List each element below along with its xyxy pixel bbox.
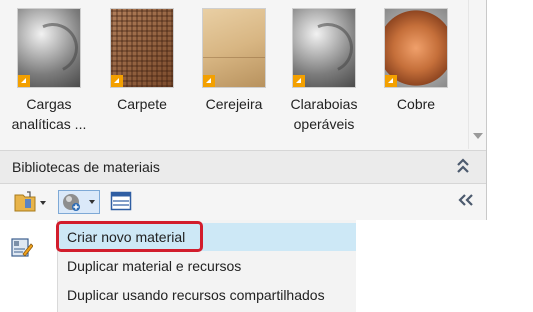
editable-badge-icon — [18, 75, 30, 87]
material-label: Claraboias operáveis — [290, 96, 358, 132]
library-manage-button[interactable] — [14, 190, 48, 214]
create-material-button[interactable] — [58, 190, 100, 214]
list-view-icon — [110, 191, 132, 211]
vertical-scrollbar[interactable] — [468, 0, 486, 149]
material-label: Cargas analíticas ... — [11, 96, 87, 132]
material-globe-add-icon — [63, 194, 95, 211]
editable-badge-icon — [293, 75, 305, 87]
material-tile[interactable]: Carpete — [110, 8, 174, 114]
libraries-title: Bibliotecas de materiais — [12, 159, 160, 175]
material-label: Carpete — [117, 96, 167, 112]
double-chevron-up-icon[interactable] — [456, 157, 470, 175]
material-swatch — [202, 8, 266, 88]
double-chevron-left-icon[interactable] — [456, 193, 474, 212]
material-tile[interactable]: Cerejeira — [202, 8, 266, 114]
material-label: Cerejeira — [205, 96, 263, 112]
material-browser-panel: Cargas analíticas ... Carpete Cerejeira — [0, 0, 487, 220]
menu-item-duplicate-shared-assets[interactable]: Duplicar usando recursos compartilhados — [58, 281, 356, 309]
material-tile[interactable]: Cargas analíticas ... — [12, 8, 86, 134]
material-swatch — [17, 8, 81, 88]
library-view-button[interactable] — [110, 190, 132, 214]
libraries-header[interactable]: Bibliotecas de materiais — [0, 150, 486, 184]
material-thumbnails-area: Cargas analíticas ... Carpete Cerejeira — [0, 0, 486, 149]
editable-badge-icon — [111, 75, 123, 87]
material-tile[interactable]: Claraboias operáveis — [291, 8, 357, 134]
material-label: Cobre — [396, 96, 436, 112]
material-tile[interactable]: Cobre — [384, 8, 448, 114]
material-swatch — [384, 8, 448, 88]
menu-item-duplicate-material-assets[interactable]: Duplicar material e recursos — [58, 252, 356, 280]
editable-badge-icon — [203, 75, 215, 87]
material-editor-icon[interactable] — [11, 236, 34, 258]
libraries-toolbar — [0, 184, 486, 220]
folder-icon — [14, 191, 46, 212]
editable-badge-icon — [385, 75, 397, 87]
highlight-annotation-box — [56, 221, 203, 252]
material-swatch — [110, 8, 174, 88]
material-swatch — [292, 8, 356, 88]
scroll-down-arrow-icon[interactable] — [473, 133, 483, 139]
